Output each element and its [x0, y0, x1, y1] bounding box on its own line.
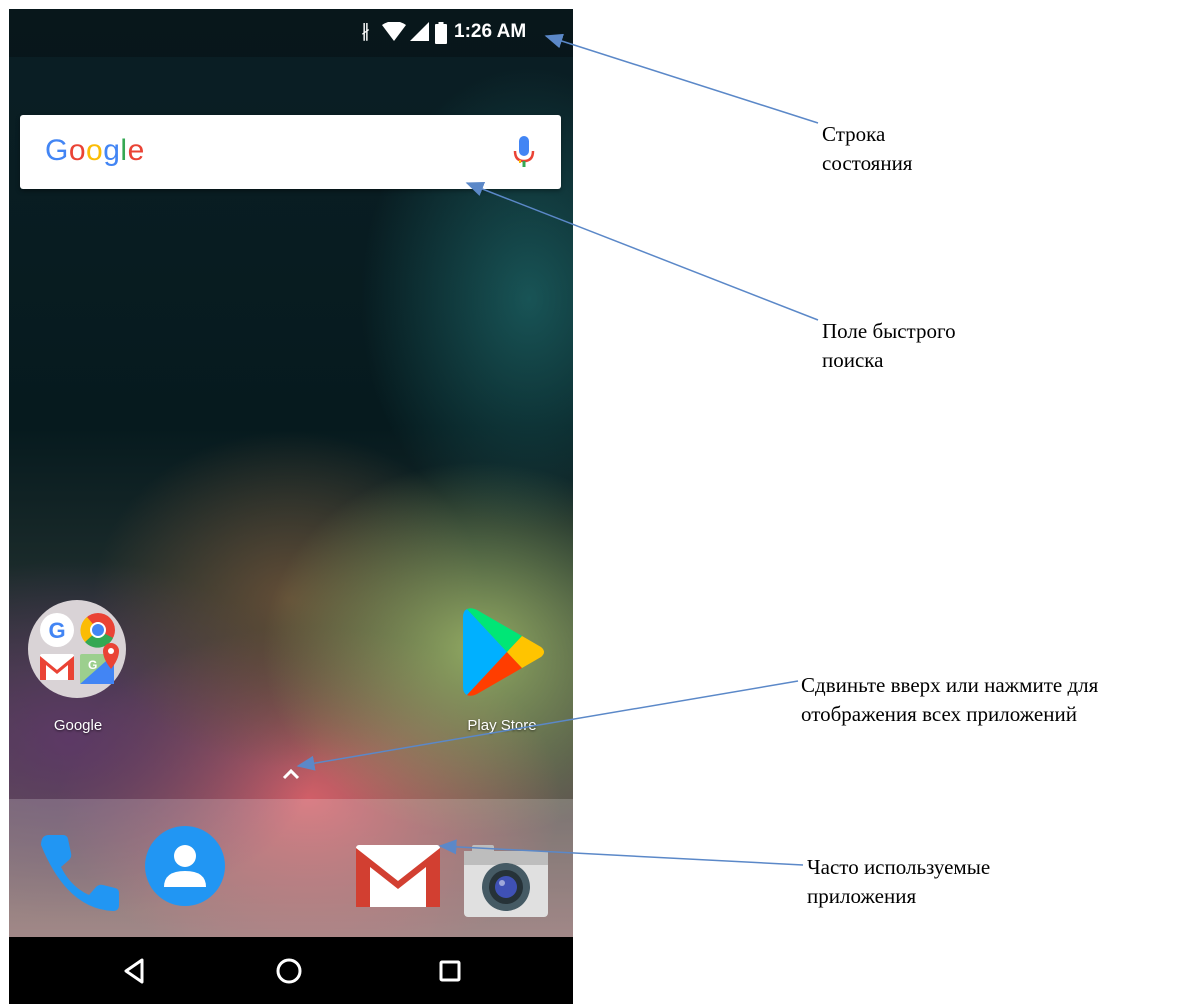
callout-line: отображения всех приложений: [801, 702, 1077, 726]
callout-line: приложения: [807, 884, 917, 908]
callout-line: поиска: [822, 348, 884, 372]
status-time: 1:26 AM: [454, 21, 527, 42]
callout-line: состояния: [822, 151, 913, 175]
wifi-icon: [382, 22, 406, 41]
play-store-icon: [463, 608, 544, 696]
callout-line: Часто используемые: [807, 855, 991, 879]
callout-favorites: Часто используемые приложения: [807, 853, 990, 911]
favorites-dock: [9, 799, 573, 937]
status-bar: ∦ 1:26 AM: [9, 9, 573, 57]
google-logo-letter: g: [103, 134, 121, 167]
navigation-bar: [9, 937, 573, 1004]
google-folder-icon: G G: [28, 600, 126, 698]
signal-icon: [410, 22, 429, 41]
back-icon[interactable]: [122, 957, 146, 985]
callout-all-apps: Сдвиньте вверх или нажмите для отображен…: [801, 671, 1098, 729]
gmail-icon[interactable]: [356, 845, 440, 907]
google-logo-letter: o: [86, 134, 104, 167]
recents-icon[interactable]: [438, 957, 462, 985]
svg-text:G: G: [48, 618, 65, 643]
google-logo: Google: [45, 134, 145, 168]
battery-icon: [435, 22, 447, 44]
home-icon[interactable]: [275, 957, 303, 985]
google-logo-letter: G: [45, 134, 69, 167]
app-label: Play Store: [467, 717, 537, 734]
callout-line: Поле быстрого: [822, 319, 956, 343]
contacts-icon[interactable]: [144, 825, 226, 907]
callout-line: Сдвиньте вверх или нажмите для: [801, 673, 1099, 697]
google-logo-letter: l: [120, 134, 128, 167]
callout-line: Строка: [822, 122, 886, 146]
status-bar-arrow: [544, 33, 819, 124]
callout-status-bar: Строка состояния: [822, 120, 912, 178]
camera-icon[interactable]: [464, 843, 548, 919]
callout-search-box: Поле быстрого поиска: [822, 317, 956, 375]
phone-screen: ∦ 1:26 AM Google G G Google Play Store: [9, 9, 573, 1004]
google-logo-letter: e: [127, 134, 145, 167]
all-apps-chevron-icon[interactable]: [281, 767, 301, 781]
google-search-bar[interactable]: Google: [20, 115, 561, 189]
mic-icon[interactable]: [513, 136, 535, 170]
svg-text:G: G: [88, 658, 97, 672]
bluetooth-icon: ∦: [361, 21, 370, 42]
phone-icon[interactable]: [37, 831, 119, 913]
google-logo-letter: o: [68, 134, 87, 167]
app-label: Google: [53, 717, 103, 734]
